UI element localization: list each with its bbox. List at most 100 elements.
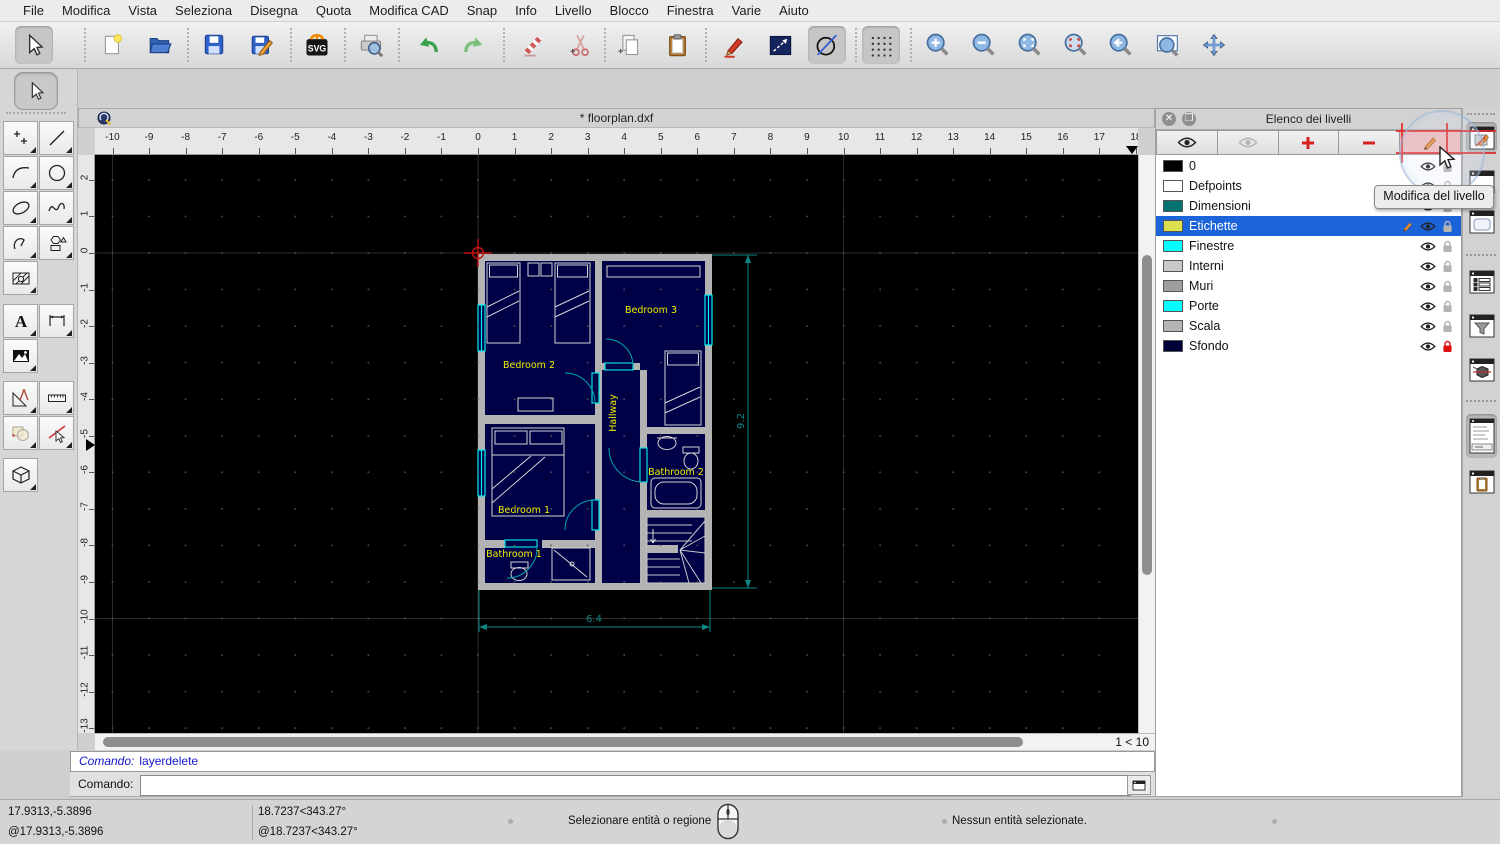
dock-filter-button[interactable] xyxy=(1466,310,1497,341)
lock-icon[interactable] xyxy=(1442,300,1453,313)
lock-icon[interactable] xyxy=(1442,240,1453,253)
redo-button[interactable] xyxy=(455,26,493,64)
line-tool[interactable] xyxy=(39,121,74,155)
points-tool[interactable] xyxy=(3,121,38,155)
palette-select-button[interactable] xyxy=(14,72,58,110)
solid-3d-tool[interactable] xyxy=(3,458,38,492)
ellipse-tool[interactable] xyxy=(3,191,38,225)
layer-row-muri[interactable]: Muri xyxy=(1156,276,1461,296)
eye-icon[interactable] xyxy=(1420,341,1436,352)
undo-button[interactable] xyxy=(409,26,447,64)
arc-tool[interactable] xyxy=(3,156,38,190)
dock-block-list-button[interactable] xyxy=(1466,266,1497,297)
drawing-canvas[interactable]: 6.4 9.2 Bedroom 2 Bedroom 3 Bedroom 1 Ba… xyxy=(95,155,1138,733)
dimension-tool[interactable] xyxy=(39,304,74,338)
shapes-tool[interactable] xyxy=(39,226,74,260)
copy-button[interactable] xyxy=(609,26,647,64)
explode-tool[interactable] xyxy=(3,416,38,450)
dock-library-browser-button[interactable] xyxy=(1466,354,1497,385)
add-layer-button[interactable] xyxy=(1278,130,1340,155)
zoom-out-button[interactable] xyxy=(965,26,1003,64)
menu-snap[interactable]: Snap xyxy=(458,0,506,22)
modify-tool[interactable] xyxy=(3,381,38,415)
lock-icon[interactable] xyxy=(1442,320,1453,333)
layer-row-porte[interactable]: Porte xyxy=(1156,296,1461,316)
polyline-tool[interactable] xyxy=(3,226,38,260)
zoom-auto-button[interactable] xyxy=(1011,26,1049,64)
eye-icon[interactable] xyxy=(1420,221,1436,232)
command-detach-button[interactable] xyxy=(1127,775,1151,795)
select-tool-button[interactable] xyxy=(15,26,53,64)
svg-export-button[interactable]: SVG xyxy=(298,26,336,64)
document-titlebar[interactable]: * floorplan.dxf xyxy=(78,108,1155,128)
lock-icon[interactable] xyxy=(1442,220,1453,233)
menu-vista[interactable]: Vista xyxy=(119,0,166,22)
zoom-selection-button[interactable] xyxy=(1057,26,1095,64)
dock-command-widget-button[interactable] xyxy=(1466,414,1497,458)
dock-handle[interactable] xyxy=(1467,113,1495,115)
new-file-button[interactable] xyxy=(94,26,132,64)
menu-modifica-cad[interactable]: Modifica CAD xyxy=(360,0,457,22)
measure-tool[interactable] xyxy=(39,381,74,415)
menu-quota[interactable]: Quota xyxy=(307,0,360,22)
hatch-tool[interactable] xyxy=(3,261,38,295)
menu-seleziona[interactable]: Seleziona xyxy=(166,0,241,22)
zoom-window-button[interactable] xyxy=(1149,26,1187,64)
circle-tool[interactable] xyxy=(39,156,74,190)
vertical-scrollbar-thumb[interactable] xyxy=(1142,255,1152,575)
remove-layer-button[interactable] xyxy=(1339,130,1401,155)
toolbar-separator xyxy=(344,28,346,62)
show-all-layers-button[interactable] xyxy=(1156,130,1218,155)
zoom-previous-button[interactable] xyxy=(1102,26,1140,64)
lock-icon[interactable] xyxy=(1442,280,1453,293)
save-button[interactable] xyxy=(195,26,233,64)
lock-icon[interactable] xyxy=(1442,340,1453,353)
menu-modifica[interactable]: Modifica xyxy=(53,0,119,22)
eye-icon[interactable] xyxy=(1420,301,1436,312)
open-file-button[interactable] xyxy=(141,26,179,64)
eye-icon[interactable] xyxy=(1420,261,1436,272)
pen-edit-button[interactable] xyxy=(714,26,752,64)
eye-icon[interactable] xyxy=(1420,241,1436,252)
delete-tool-button[interactable] xyxy=(514,26,552,64)
grid-toggle-button[interactable] xyxy=(862,26,900,64)
menu-file[interactable]: File xyxy=(14,0,53,22)
pan-button[interactable] xyxy=(1195,26,1233,64)
dock-clipboard-button[interactable] xyxy=(1466,466,1497,497)
image-tool[interactable] xyxy=(3,339,38,373)
line-attributes-button[interactable] xyxy=(761,26,799,64)
command-input[interactable] xyxy=(140,775,1131,796)
layer-row-sfondo[interactable]: Sfondo xyxy=(1156,336,1461,356)
menu-disegna[interactable]: Disegna xyxy=(241,0,307,22)
v-ruler-label: -8 xyxy=(79,538,91,548)
menu-info[interactable]: Info xyxy=(506,0,546,22)
snap-entity-tool[interactable] xyxy=(39,416,74,450)
hide-all-layers-button[interactable] xyxy=(1217,130,1279,155)
layer-row-etichette[interactable]: Etichette xyxy=(1156,216,1461,236)
horizontal-scrollbar-thumb[interactable] xyxy=(103,737,1023,747)
layer-row-scala[interactable]: Scala xyxy=(1156,316,1461,336)
layer-row-interni[interactable]: Interni xyxy=(1156,256,1461,276)
menu-livello[interactable]: Livello xyxy=(546,0,601,22)
eye-icon[interactable] xyxy=(1420,321,1436,332)
paste-button[interactable] xyxy=(658,26,696,64)
spline-tool[interactable] xyxy=(39,191,74,225)
text-tool[interactable]: A xyxy=(3,304,38,338)
menu-blocco[interactable]: Blocco xyxy=(601,0,658,22)
print-preview-button[interactable] xyxy=(352,26,390,64)
cut-button[interactable] xyxy=(561,26,599,64)
palette-handle[interactable] xyxy=(6,112,66,114)
zoom-in-button[interactable] xyxy=(919,26,957,64)
isometric-toggle-button[interactable] xyxy=(808,26,846,64)
eye-icon[interactable] xyxy=(1420,281,1436,292)
menu-aiuto[interactable]: Aiuto xyxy=(770,0,818,22)
menu-finestra[interactable]: Finestra xyxy=(658,0,723,22)
lock-icon[interactable] xyxy=(1442,260,1453,273)
layer-row-finestre[interactable]: Finestre xyxy=(1156,236,1461,256)
vertical-scrollbar[interactable] xyxy=(1138,155,1155,733)
v-ruler-tick xyxy=(89,728,94,730)
horizontal-scrollbar[interactable]: 1 < 10 xyxy=(95,733,1155,750)
menu-varie[interactable]: Varie xyxy=(723,0,770,22)
save-as-button[interactable] xyxy=(243,26,281,64)
dock-preview-window-button[interactable] xyxy=(1466,206,1497,237)
